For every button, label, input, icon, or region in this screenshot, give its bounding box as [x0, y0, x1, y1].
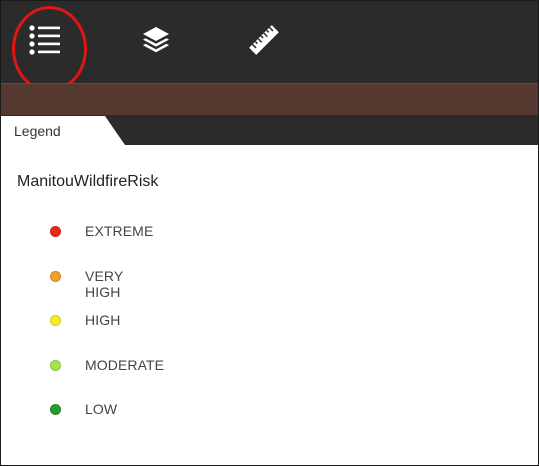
legend-layer-title: ManitouWildfireRisk	[17, 173, 159, 190]
list-icon	[28, 24, 62, 56]
legend-swatch-extreme	[50, 226, 61, 237]
legend-swatch-moderate	[50, 359, 61, 371]
app-window: Legend ManitouWildfireRisk EXTREME VERY …	[0, 0, 539, 466]
layers-icon	[141, 25, 171, 55]
legend-label-very-high: VERY HIGH	[85, 267, 124, 300]
header-band	[1, 83, 538, 116]
tab-legend-label: Legend	[14, 123, 61, 139]
tab-strip: Legend	[1, 116, 538, 145]
legend-button[interactable]	[23, 18, 67, 62]
measure-button[interactable]	[242, 18, 286, 62]
ruler-icon	[247, 23, 281, 57]
legend-swatch-low	[50, 404, 61, 415]
legend-label-high: HIGH	[85, 312, 121, 328]
legend-swatch-high	[50, 315, 61, 326]
toolbar	[1, 1, 538, 92]
layers-button[interactable]	[134, 18, 178, 62]
legend-panel: ManitouWildfireRisk EXTREME VERY HIGH HI…	[1, 145, 538, 465]
legend-swatch-very-high	[50, 270, 61, 282]
tab-legend[interactable]: Legend	[1, 116, 125, 145]
legend-label-moderate: MODERATE	[85, 356, 165, 373]
legend-label-low: LOW	[85, 401, 118, 417]
legend-label-extreme: EXTREME	[85, 223, 154, 239]
